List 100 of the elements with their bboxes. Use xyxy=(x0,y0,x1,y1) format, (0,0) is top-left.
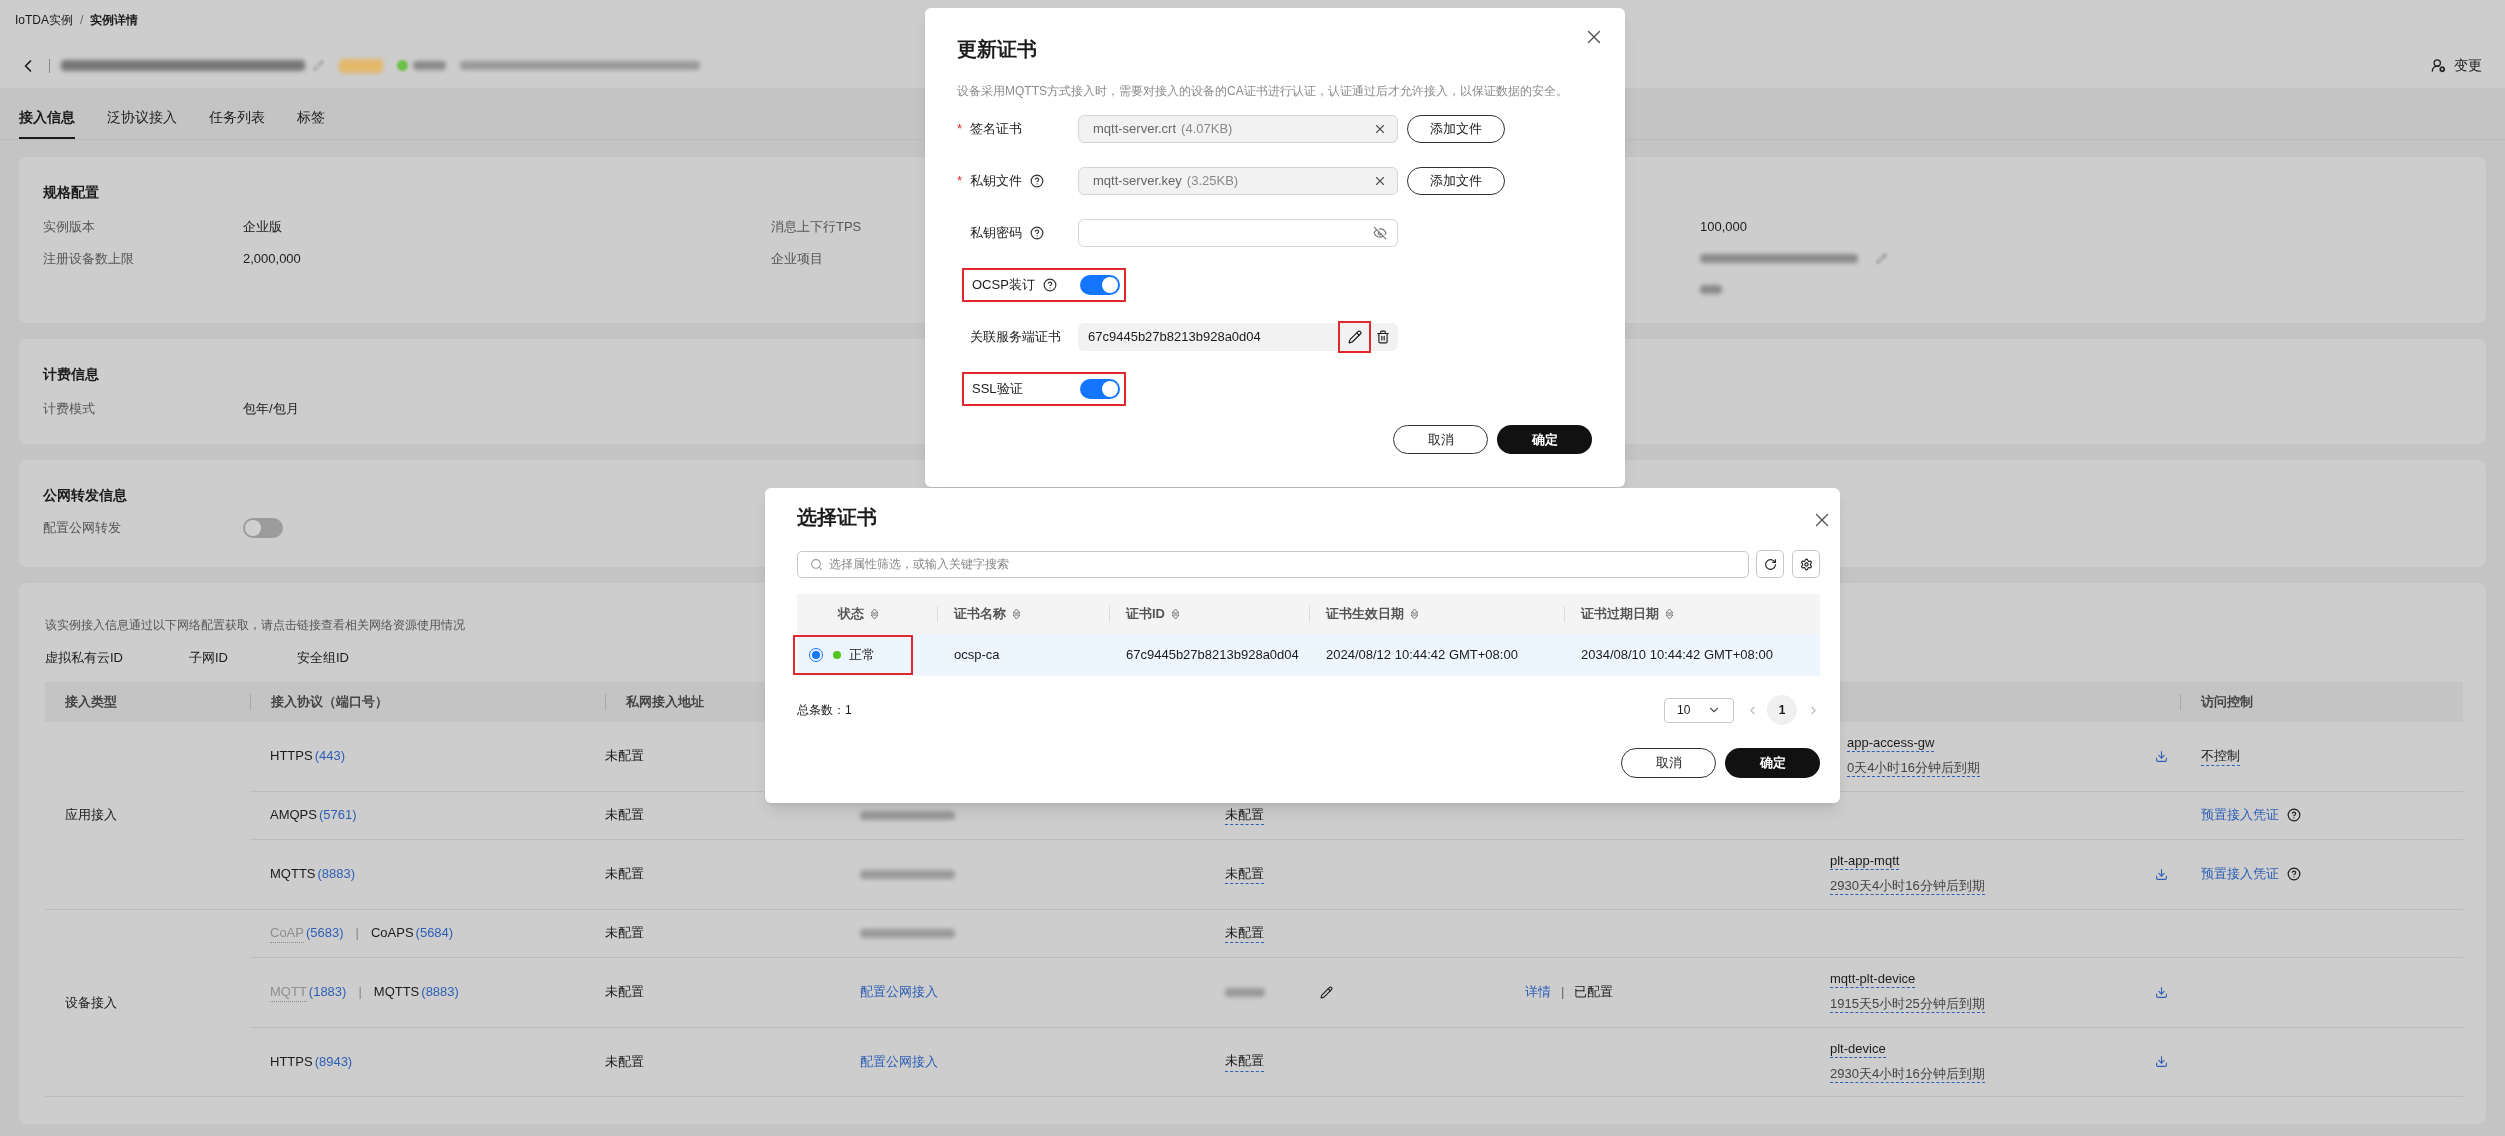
protocol-name: MQTTS xyxy=(373,983,420,1002)
field-value: 100,000 xyxy=(1700,218,1747,236)
delete-icon[interactable] xyxy=(1376,330,1390,344)
help-icon[interactable] xyxy=(1030,226,1044,240)
toggle-switch[interactable] xyxy=(243,518,283,538)
status-text[interactable]: 未配置 xyxy=(1225,1051,1264,1072)
private-address: 未配置 xyxy=(605,747,644,766)
certificate-name[interactable]: plt-app-mqtt xyxy=(1830,853,1900,870)
certificate-id: 67c9445b27b8213b928a0d04 xyxy=(1126,646,1299,665)
column-header: 证书名称 xyxy=(954,605,1006,624)
dialog-description: 设备采用MQTTS方式接入时，需要对接入的设备的CA证书进行认证，认证通过后才允许接入，以保证数据的安全。 xyxy=(957,83,1569,100)
private-address: 未配置 xyxy=(605,1052,644,1071)
certificate-expiry: 2930天4小时16分钟后到期 xyxy=(1830,1065,1985,1083)
download-icon[interactable] xyxy=(2155,1055,2168,1068)
access-type: 设备接入 xyxy=(65,993,117,1012)
port-link[interactable]: (5684) xyxy=(415,923,454,943)
tab[interactable]: 任务列表 xyxy=(209,107,265,139)
edit-icon xyxy=(1347,330,1362,344)
blurred-text xyxy=(1700,284,1722,294)
port-link[interactable]: (5761) xyxy=(318,805,357,825)
sort-icon[interactable] xyxy=(1012,608,1021,620)
total-count: 总条数：1 xyxy=(797,702,852,719)
sort-icon[interactable] xyxy=(1171,608,1180,620)
certificate-expiry: 2930天4小时16分钟后到期 xyxy=(1830,878,1985,895)
field-label: OCSP装订 xyxy=(972,276,1035,295)
search-input[interactable]: 选择属性筛选，或输入关键字搜索 xyxy=(829,555,1748,573)
change-button[interactable]: 变更 xyxy=(2431,55,2482,76)
status-text[interactable]: 未配置 xyxy=(1225,804,1264,826)
sort-icon[interactable] xyxy=(1410,608,1419,620)
download-icon[interactable] xyxy=(2155,749,2168,763)
certificate-name[interactable]: mqtt-plt-device xyxy=(1830,971,1916,988)
page-size-select[interactable]: 10 xyxy=(1664,697,1734,723)
column-header: 访问控制 xyxy=(2201,692,2253,711)
access-control-value[interactable]: 不控制 xyxy=(2201,745,2240,767)
column-header: 证书过期日期 xyxy=(1581,605,1659,624)
search-field[interactable]: 选择属性筛选，或输入关键字搜索 xyxy=(797,550,1749,578)
hidden-eye-icon[interactable] xyxy=(1373,226,1387,240)
field-label: 私钥文件 xyxy=(970,172,1022,191)
link-separator: | xyxy=(1561,983,1565,1002)
field-label: 消息上下行TPS xyxy=(771,218,862,236)
field-value: 包年/包月 xyxy=(243,400,299,418)
password-field[interactable] xyxy=(1078,219,1398,247)
help-icon[interactable] xyxy=(1042,278,1057,292)
edit-icon[interactable] xyxy=(1320,985,1333,999)
certificate-name[interactable]: plt-device xyxy=(1830,1040,1886,1058)
file-field[interactable]: mqtt-server.key (3.25KB) xyxy=(1078,167,1398,195)
help-icon[interactable] xyxy=(2287,808,2301,822)
port-link[interactable]: (8883) xyxy=(317,864,356,884)
required-mark: * xyxy=(957,172,964,191)
configure-public-link[interactable]: 配置公网接入 xyxy=(860,982,938,1002)
file-field[interactable]: mqtt-server.crt (4.07KB) xyxy=(1078,115,1398,143)
certificate-expiry: 1915天5小时25分钟后到期 xyxy=(1830,996,1985,1013)
certificate-name[interactable]: app-access-gw xyxy=(1847,735,1935,752)
sort-icon[interactable] xyxy=(1665,608,1674,620)
refresh-button[interactable] xyxy=(1756,550,1784,578)
page-button[interactable]: 1 xyxy=(1767,695,1797,725)
confirm-button[interactable]: 确定 xyxy=(1497,425,1592,454)
toggle-switch[interactable] xyxy=(1080,379,1120,399)
toggle-switch[interactable] xyxy=(1080,275,1120,295)
tab[interactable]: 泛协议接入 xyxy=(107,107,177,139)
configure-public-link[interactable]: 配置公网接入 xyxy=(860,1051,938,1072)
clear-icon[interactable] xyxy=(1373,174,1387,188)
private-address: 未配置 xyxy=(605,924,644,943)
port-link[interactable]: (443) xyxy=(314,746,345,766)
network-id-label: 子网ID xyxy=(189,649,229,667)
status-text[interactable]: 未配置 xyxy=(1225,863,1264,885)
field-label: 计费模式 xyxy=(43,400,96,418)
settings-button[interactable] xyxy=(1792,550,1820,578)
preset-credential-link[interactable]: 预置接入凭证 xyxy=(2201,805,2279,825)
protocol-separator: | xyxy=(358,983,362,1002)
details-link[interactable]: 详情 xyxy=(1525,982,1551,1002)
column-header: 接入协议（端口号） xyxy=(271,692,388,711)
column-header: 接入类型 xyxy=(65,692,117,711)
page-size-value: 10 xyxy=(1677,702,1691,719)
edit-button[interactable] xyxy=(1338,321,1371,353)
protocol-name: CoAPS xyxy=(370,924,414,943)
blurred-text xyxy=(1225,987,1265,997)
breadcrumb-item[interactable]: IoTDA实例 xyxy=(15,11,73,29)
confirm-button[interactable]: 确定 xyxy=(1725,748,1820,778)
tab[interactable]: 标签 xyxy=(297,107,325,139)
sort-icon[interactable] xyxy=(870,608,879,620)
help-icon[interactable] xyxy=(2287,867,2301,881)
port-link[interactable]: (8943) xyxy=(314,1051,353,1072)
download-icon[interactable] xyxy=(2155,867,2168,881)
download-icon[interactable] xyxy=(2155,985,2168,999)
blurred-text xyxy=(413,61,446,70)
clear-icon[interactable] xyxy=(1373,122,1387,136)
tab[interactable]: 接入信息 xyxy=(19,107,75,139)
breadcrumb-item: 实例详情 xyxy=(90,12,139,29)
protocol-name: HTTPS xyxy=(270,1052,313,1071)
help-icon[interactable] xyxy=(1030,174,1044,188)
preset-credential-link[interactable]: 预置接入凭证 xyxy=(2201,864,2279,884)
status-text[interactable]: 未配置 xyxy=(1225,922,1264,944)
file-name: mqtt-server.crt xyxy=(1093,120,1177,139)
breadcrumb-separator: / xyxy=(80,12,84,29)
port-link[interactable]: (8883) xyxy=(421,982,459,1002)
required-mark: * xyxy=(957,120,964,139)
certificate-expiry: 0天4小时16分钟后到期 xyxy=(1847,760,1980,777)
field-label: SSL验证 xyxy=(972,380,1023,399)
protocol-name: MQTTS xyxy=(270,865,316,884)
